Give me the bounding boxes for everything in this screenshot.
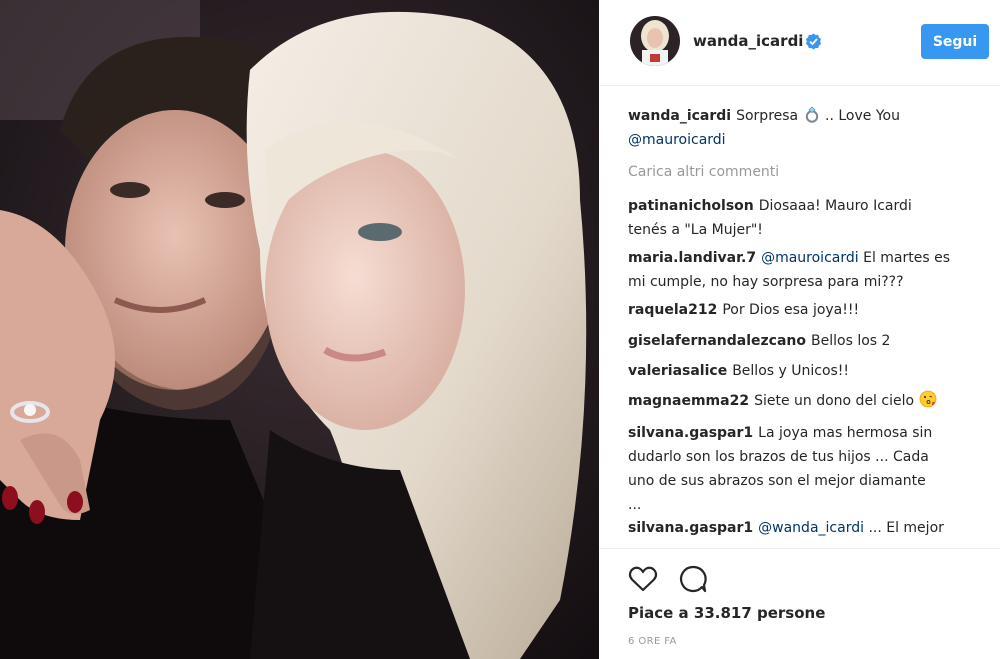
comment-text: La joya mas hermosa sin — [758, 425, 933, 441]
caption-text-before: Sorpresa — [736, 108, 799, 124]
comment-username[interactable]: silvana.gaspar1 — [628, 425, 753, 441]
comment-text: El martes es — [863, 250, 951, 266]
comment-item: silvana.gaspar1 La joya mas hermosa sin d… — [628, 421, 980, 517]
photo-illustration — [0, 0, 599, 659]
comment-text: Bellos y Unicos!! — [732, 363, 850, 379]
follow-button[interactable]: Segui — [921, 24, 989, 59]
comment-text: tenés a "La Mujer"! — [628, 222, 763, 238]
comment-text: Por Dios esa joya!!! — [722, 302, 860, 318]
comment-item: patinanicholson Diosaaa! Mauro Icardi ten… — [628, 194, 980, 242]
avatar-image — [630, 16, 680, 66]
comments-list[interactable]: wanda_icardi Sorpresa .. Love You @mauroi… — [599, 86, 1000, 549]
comment-mention[interactable]: @mauroicardi — [761, 250, 859, 266]
author-username[interactable]: wanda_icardi — [693, 32, 803, 50]
comment-item: raquela212 Por Dios esa joya!!! — [628, 298, 980, 322]
comment-item: maria.landivar.7 @mauroicardi El martes e… — [628, 246, 980, 294]
comment-username[interactable]: raquela212 — [628, 302, 717, 318]
comment-item: silvana.gaspar1 @wanda_icardi ... El mejo… — [628, 516, 980, 540]
comment-text: Bellos los 2 — [811, 333, 891, 349]
post-photo[interactable] — [0, 0, 599, 659]
comment-text: dudarlo son los brazos de tus hijos ... … — [628, 449, 929, 465]
post-header: wanda_icardi Segui — [599, 0, 1000, 86]
caption-text-after: .. Love You — [825, 108, 900, 124]
post-side-panel: wanda_icardi Segui wanda_icardi Sorpresa … — [599, 0, 1000, 659]
likes-count[interactable]: Piace a 33.817 persone — [628, 604, 825, 622]
heart-icon[interactable] — [627, 563, 659, 595]
comment-text: ... — [628, 497, 642, 513]
comment-username[interactable]: valeriasalice — [628, 363, 727, 379]
comment-item: magnaemma22 Siete un dono del cielo — [628, 389, 980, 413]
comment-icon[interactable] — [677, 563, 709, 595]
comment-text: uno de sus abrazos son el mejor diamante — [628, 473, 926, 489]
caption-username[interactable]: wanda_icardi — [628, 108, 731, 124]
kiss-emoji-icon — [919, 390, 936, 408]
verified-badge-icon — [806, 33, 821, 50]
comment-username[interactable]: silvana.gaspar1 — [628, 520, 753, 536]
comment-mention[interactable]: @wanda_icardi — [758, 520, 864, 536]
comment-text: Siete un dono del cielo — [754, 393, 915, 409]
comment-username[interactable]: magnaemma22 — [628, 393, 749, 409]
comment-username[interactable]: patinanicholson — [628, 198, 754, 214]
comment-item: valeriasalice Bellos y Unicos!! — [628, 359, 980, 383]
author-avatar[interactable] — [630, 16, 680, 66]
comment-item: giselafernandalezcano Bellos los 2 — [628, 329, 980, 353]
post-timestamp[interactable]: 6 ORE FA — [628, 636, 677, 647]
comment-text: mi cumple, no hay sorpresa para mi??? — [628, 274, 904, 290]
comment-username[interactable]: giselafernandalezcano — [628, 333, 806, 349]
comment-username[interactable]: maria.landivar.7 — [628, 250, 756, 266]
comment-text: Diosaaa! Mauro Icardi — [758, 198, 912, 214]
caption-mention[interactable]: @mauroicardi — [628, 132, 726, 148]
ring-emoji-icon — [805, 106, 818, 123]
load-more-comments[interactable]: Carica altri commenti — [628, 162, 779, 182]
post-actions: Piace a 33.817 persone 6 ORE FA — [599, 549, 1000, 659]
caption: wanda_icardi Sorpresa .. Love You @mauroi… — [628, 104, 980, 152]
comment-text: ... El mejor — [868, 520, 944, 536]
